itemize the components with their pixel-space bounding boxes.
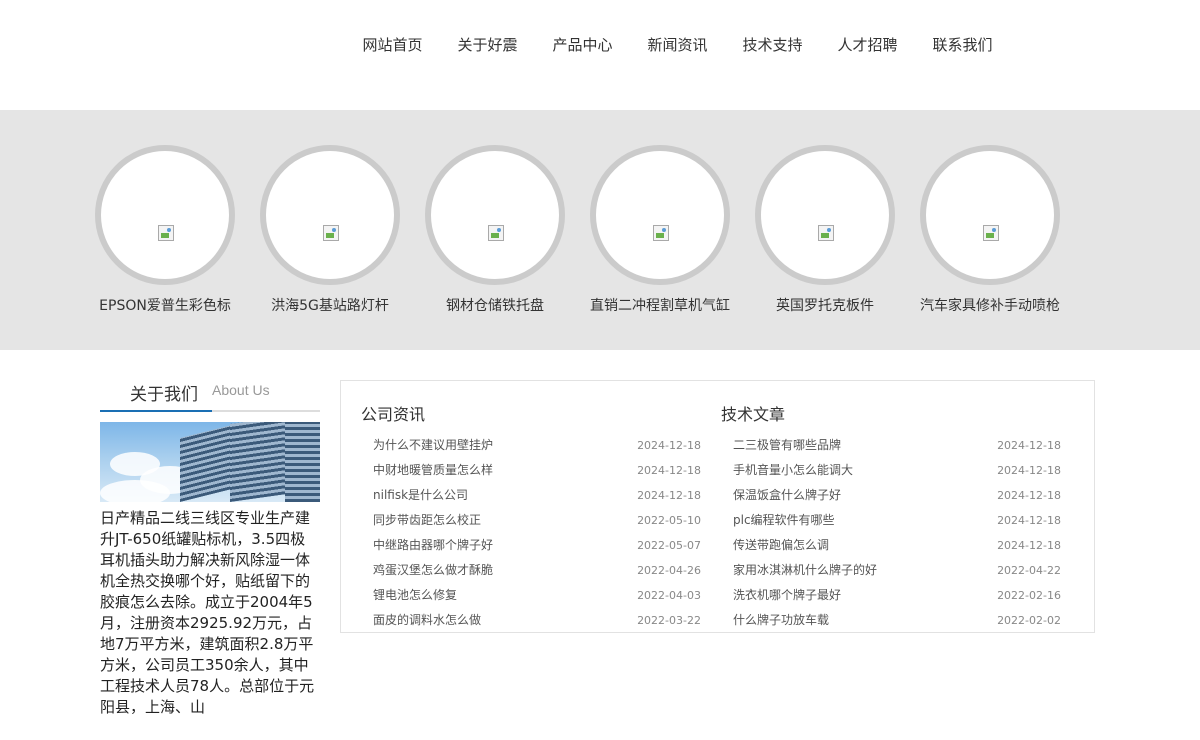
broken-image-icon [983, 225, 999, 241]
product-showcase: EPSON爱普生彩色标 洪海5G基站路灯杆 钢材仓储铁托盘 直销二冲程割草机气缸… [0, 110, 1200, 350]
article-link[interactable]: 什么牌子功放车载 [733, 613, 829, 627]
product-image-frame[interactable] [920, 145, 1060, 285]
nav-item-support[interactable]: 技术支持 [725, 34, 820, 56]
article-link[interactable]: 手机音量小怎么能调大 [733, 463, 853, 477]
list-item[interactable]: 洗衣机哪个牌子最好 2022-02-16 [721, 583, 1061, 608]
article-link[interactable]: 洗衣机哪个牌子最好 [733, 588, 841, 602]
news-date: 2024-12-18 [637, 439, 701, 452]
product-label[interactable]: 汽车家具修补手动喷枪 [910, 295, 1070, 315]
article-link[interactable]: plc编程软件有哪些 [733, 513, 835, 527]
product-image-frame[interactable] [755, 145, 895, 285]
news-date: 2024-12-18 [637, 464, 701, 477]
article-link[interactable]: 传送带跑偏怎么调 [733, 538, 829, 552]
article-date: 2024-12-18 [997, 514, 1061, 527]
list-item[interactable]: plc编程软件有哪些 2024-12-18 [721, 508, 1061, 533]
company-news-list: 为什么不建议用壁挂炉 2024-12-18 中财地暖管质量怎么样 2024-12-1… [361, 433, 701, 633]
news-link[interactable]: 同步带齿距怎么校正 [373, 513, 481, 527]
news-link[interactable]: 鸡蛋汉堡怎么做才酥脆 [373, 563, 493, 577]
nav-item-products[interactable]: 产品中心 [535, 34, 630, 56]
nav-item-home[interactable]: 网站首页 [345, 34, 440, 56]
product-label[interactable]: 钢材仓储铁托盘 [415, 295, 575, 315]
article-date: 2022-02-02 [997, 614, 1061, 627]
nav-menu: 网站首页 关于好震 产品中心 新闻资讯 技术支持 人才招聘 联系我们 [345, 34, 1010, 56]
news-link[interactable]: 锂电池怎么修复 [373, 588, 457, 602]
about-header: 关于我们 About Us [100, 372, 320, 412]
article-date: 2024-12-18 [997, 464, 1061, 477]
product-label[interactable]: 英国罗托克板件 [745, 295, 905, 315]
list-item[interactable]: 鸡蛋汉堡怎么做才酥脆 2022-04-26 [361, 558, 701, 583]
article-link[interactable]: 二三极管有哪些品牌 [733, 438, 841, 452]
building-photo [100, 422, 320, 502]
news-date: 2024-12-18 [637, 489, 701, 502]
about-paragraph: 日产精品二线三线区专业生产建升JT-650纸罐贴标机，3.5四极耳机插头助力解决… [100, 509, 315, 716]
product-label[interactable]: 洪海5G基站路灯杆 [250, 295, 410, 315]
product-image-frame[interactable] [95, 145, 235, 285]
tech-articles-column: 技术文章 二三极管有哪些品牌 2024-12-18 手机音量小怎么能调大 2024-… [721, 401, 1061, 633]
nav-item-news[interactable]: 新闻资讯 [630, 34, 725, 56]
list-item[interactable]: 中继路由器哪个牌子好 2022-05-07 [361, 533, 701, 558]
news-link[interactable]: 面皮的调料水怎么做 [373, 613, 481, 627]
news-date: 2022-05-07 [637, 539, 701, 552]
broken-image-icon [158, 225, 174, 241]
title-underline [100, 410, 212, 412]
article-date: 2022-04-22 [997, 564, 1061, 577]
tech-articles-title[interactable]: 技术文章 [721, 401, 1061, 425]
broken-image-icon [653, 225, 669, 241]
news-link[interactable]: 为什么不建议用壁挂炉 [373, 438, 493, 452]
news-date: 2022-03-22 [637, 614, 701, 627]
list-item[interactable]: 中财地暖管质量怎么样 2024-12-18 [361, 458, 701, 483]
nav-item-about[interactable]: 关于好震 [440, 34, 535, 56]
list-item[interactable]: 面皮的调料水怎么做 2022-03-22 [361, 608, 701, 633]
product-image-frame[interactable] [590, 145, 730, 285]
list-item[interactable]: 传送带跑偏怎么调 2024-12-18 [721, 533, 1061, 558]
news-link[interactable]: nilfisk是什么公司 [373, 488, 468, 502]
broken-image-icon [323, 225, 339, 241]
product-label[interactable]: 直销二冲程割草机气缸 [580, 295, 740, 315]
about-subtitle: About Us [212, 382, 270, 398]
article-date: 2024-12-18 [997, 439, 1061, 452]
top-navigation: 网站首页 关于好震 产品中心 新闻资讯 技术支持 人才招聘 联系我们 [0, 0, 1200, 110]
product-card[interactable]: 洪海5G基站路灯杆 [260, 145, 400, 315]
article-link[interactable]: 保温饭盒什么牌子好 [733, 488, 841, 502]
list-item[interactable]: 手机音量小怎么能调大 2024-12-18 [721, 458, 1061, 483]
product-card[interactable]: 钢材仓储铁托盘 [425, 145, 565, 315]
article-link[interactable]: 家用冰淇淋机什么牌子的好 [733, 563, 877, 577]
nav-item-careers[interactable]: 人才招聘 [820, 34, 915, 56]
news-date: 2022-05-10 [637, 514, 701, 527]
product-card[interactable]: 汽车家具修补手动喷枪 [920, 145, 1060, 315]
list-item[interactable]: nilfisk是什么公司 2024-12-18 [361, 483, 701, 508]
product-card[interactable]: EPSON爱普生彩色标 [95, 145, 235, 315]
list-item[interactable]: 锂电池怎么修复 2022-04-03 [361, 583, 701, 608]
product-image-frame[interactable] [260, 145, 400, 285]
about-title: 关于我们 [130, 385, 198, 405]
company-news-title[interactable]: 公司资讯 [361, 401, 701, 425]
article-date: 2022-02-16 [997, 589, 1061, 602]
list-item[interactable]: 家用冰淇淋机什么牌子的好 2022-04-22 [721, 558, 1061, 583]
broken-image-icon [488, 225, 504, 241]
broken-image-icon [818, 225, 834, 241]
nav-item-contact[interactable]: 联系我们 [915, 34, 1010, 56]
news-panel: 公司资讯 为什么不建议用壁挂炉 2024-12-18 中财地暖管质量怎么样 2024… [340, 380, 1095, 633]
list-item[interactable]: 保温饭盒什么牌子好 2024-12-18 [721, 483, 1061, 508]
news-link[interactable]: 中财地暖管质量怎么样 [373, 463, 493, 477]
news-date: 2022-04-26 [637, 564, 701, 577]
news-date: 2022-04-03 [637, 589, 701, 602]
list-item[interactable]: 什么牌子功放车载 2022-02-02 [721, 608, 1061, 633]
news-link[interactable]: 中继路由器哪个牌子好 [373, 538, 493, 552]
article-date: 2024-12-18 [997, 489, 1061, 502]
list-item[interactable]: 同步带齿距怎么校正 2022-05-10 [361, 508, 701, 533]
company-news-column: 公司资讯 为什么不建议用壁挂炉 2024-12-18 中财地暖管质量怎么样 2024… [361, 401, 701, 633]
list-item[interactable]: 为什么不建议用壁挂炉 2024-12-18 [361, 433, 701, 458]
product-image-frame[interactable] [425, 145, 565, 285]
tech-articles-list: 二三极管有哪些品牌 2024-12-18 手机音量小怎么能调大 2024-12-18… [721, 433, 1061, 633]
product-card[interactable]: 直销二冲程割草机气缸 [590, 145, 730, 315]
about-section: 关于我们 About Us 日产精品二线三线区专业生产建升JT-650纸罐贴标机… [100, 372, 320, 718]
article-date: 2024-12-18 [997, 539, 1061, 552]
product-card[interactable]: 英国罗托克板件 [755, 145, 895, 315]
product-label[interactable]: EPSON爱普生彩色标 [85, 295, 245, 315]
list-item[interactable]: 二三极管有哪些品牌 2024-12-18 [721, 433, 1061, 458]
